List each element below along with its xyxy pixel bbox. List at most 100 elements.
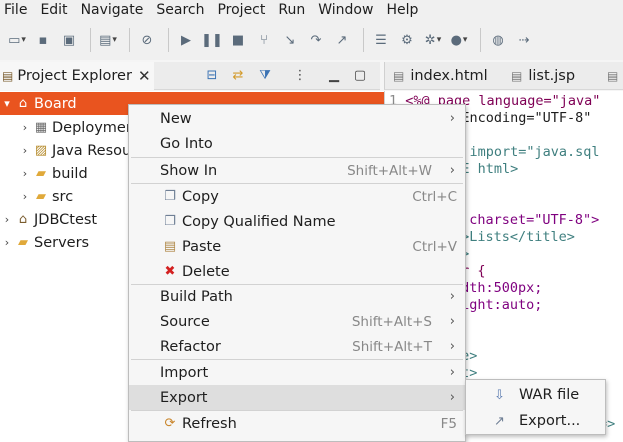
step-return-icon[interactable]: ↗ — [331, 29, 353, 51]
link-editor-icon[interactable]: ⇄ — [230, 67, 246, 83]
refresh-icon: ⟳ — [164, 415, 176, 431]
step-over-icon[interactable]: ↷ — [305, 29, 327, 51]
toolbar-separator — [90, 28, 91, 52]
new-wizard-icon[interactable]: ▭ ▾ — [6, 29, 28, 51]
tab-list-jsp[interactable]: ▤ list.jsp — [511, 62, 575, 90]
collapse-all-icon[interactable]: ⊟ — [204, 67, 220, 83]
tree-item-label: Board — [34, 95, 77, 112]
menu-item-show-in[interactable]: Show In Shift+Alt+W › — [129, 158, 465, 183]
view-menu-icon[interactable]: ⋮ — [292, 67, 308, 83]
toolbar-separator — [129, 28, 130, 52]
project-explorer-header: ▤ Project Explorer ✕ ⊟ ⇄ ⧩ ⋮ ▁ ▢ — [0, 62, 380, 90]
disconnect-icon[interactable]: ⑂ — [253, 29, 275, 51]
suspend-icon[interactable]: ❚❚ — [201, 29, 223, 51]
terminal-icon[interactable]: ▤ ▾ — [97, 29, 119, 51]
export-icon: ↗ — [494, 413, 505, 429]
menu-item-import[interactable]: Import › — [129, 360, 465, 385]
save-all-icon[interactable]: ▣ — [58, 29, 80, 51]
copy-icon: ❐ — [164, 188, 176, 204]
tree-item-label: src — [52, 188, 74, 205]
step-into-icon[interactable]: ↘ — [279, 29, 301, 51]
tab-overflow[interactable]: ▤ — [607, 62, 623, 90]
chevron-right-icon[interactable]: › — [18, 167, 32, 180]
chevron-right-icon[interactable]: › — [0, 213, 14, 226]
menu-item-refresh[interactable]: ⟳ Refresh F5 — [129, 411, 465, 436]
arrow-icon[interactable]: ⇢ — [513, 29, 535, 51]
tab-label: list.jsp — [528, 68, 576, 84]
code-line: eight:auto; — [453, 297, 543, 313]
menu-run[interactable]: Run — [273, 0, 313, 20]
menu-item-copy-qualified-name[interactable]: ❐ Copy Qualified Name — [129, 209, 465, 234]
resume-icon[interactable]: ▶ — [175, 29, 197, 51]
menu-item-source[interactable]: Source Shift+Alt+S › — [129, 309, 465, 334]
chevron-right-icon: › — [449, 289, 455, 304]
menu-navigate[interactable]: Navigate — [76, 0, 152, 20]
project-explorer-title: Project Explorer — [17, 68, 132, 84]
code-line: charset="UTF-8"> — [453, 212, 600, 228]
menu-item-copy[interactable]: ❐ Copy Ctrl+C — [129, 184, 465, 209]
menu-item-paste[interactable]: ▤ Paste Ctrl+V — [129, 234, 465, 259]
menu-item-refactor[interactable]: Refactor Shift+Alt+T › — [129, 334, 465, 359]
copy-icon: ❐ — [164, 213, 176, 229]
server-icon[interactable]: ⚙ — [396, 29, 418, 51]
jsp-file-icon: ▤ — [511, 69, 523, 83]
chevron-right-icon[interactable]: › — [18, 190, 32, 203]
menu-edit[interactable]: Edit — [35, 0, 75, 20]
menu-project[interactable]: Project — [212, 0, 273, 20]
close-icon[interactable]: ✕ — [138, 67, 151, 85]
menu-bar: File Edit Navigate Search Project Run Wi… — [0, 0, 623, 20]
main-toolbar: ▭ ▾ ▪ ▣ ▤ ▾ ⊘ ▶ ❚❚ ■ ⑂ ↘ ↷ ↗ ☰ ⚙ ✲ ▾ ● ▾ ◍ ⇢ — [0, 20, 623, 60]
debug-icon[interactable]: ✲ ▾ — [422, 29, 444, 51]
save-icon[interactable]: ▪ — [32, 29, 54, 51]
chevron-right-icon: › — [449, 111, 455, 126]
submenu-item-war-file[interactable]: ⇩ WAR file — [466, 382, 605, 408]
folder-icon: ▰ — [36, 165, 46, 181]
file-icon: ▤ — [607, 69, 619, 83]
tree-item-label: build — [52, 165, 88, 182]
chevron-right-icon[interactable]: › — [18, 144, 32, 157]
menu-item-go-into[interactable]: Go Into — [129, 131, 465, 156]
tab-index-html[interactable]: ▤ index.html — [393, 62, 488, 90]
skip-breakpoints-icon[interactable]: ⊘ — [136, 29, 158, 51]
minimize-icon[interactable]: ▁ — [326, 67, 342, 83]
chevron-right-icon: › — [449, 339, 455, 354]
maximize-icon[interactable]: ▢ — [352, 67, 368, 83]
context-menu: New › Go Into Show In Shift+Alt+W › ❐ Co… — [128, 104, 466, 442]
filter-icon[interactable]: ⧩ — [257, 67, 273, 83]
toolbar-separator — [168, 28, 169, 52]
menu-search[interactable]: Search — [151, 0, 212, 20]
export-submenu: ⇩ WAR file ↗ Export... — [465, 379, 606, 435]
web-project-icon: ⌂ — [18, 95, 28, 111]
java-resources-icon: ▨ — [34, 142, 48, 158]
open-task-icon[interactable]: ☰ — [370, 29, 392, 51]
submenu-item-export[interactable]: ↗ Export... — [466, 408, 605, 434]
menu-window[interactable]: Window — [313, 0, 381, 20]
project-explorer-tab[interactable]: ▤ Project Explorer ✕ — [0, 62, 154, 90]
chevron-down-icon[interactable]: ▾ — [0, 97, 14, 110]
editor-tabs: ▤ index.html ▤ list.jsp ▤ — [384, 62, 623, 90]
folder-icon: ▰ — [18, 234, 28, 250]
tree-item-label: Servers — [34, 234, 90, 251]
chevron-right-icon: › — [449, 365, 455, 380]
menu-item-export[interactable]: Export › — [129, 385, 465, 410]
globe-icon[interactable]: ◍ — [487, 29, 509, 51]
menu-item-build-path[interactable]: Build Path › — [129, 284, 465, 309]
folder-icon: ▰ — [36, 188, 46, 204]
run-icon[interactable]: ● ▾ — [448, 29, 470, 51]
terminate-icon[interactable]: ■ — [227, 29, 249, 51]
toolbar-separator — [363, 28, 364, 52]
toolbar-separator — [480, 28, 481, 52]
menu-file[interactable]: File — [0, 0, 35, 20]
chevron-right-icon: › — [449, 314, 455, 329]
menu-item-new[interactable]: New › — [129, 106, 465, 131]
tab-label: index.html — [410, 68, 488, 84]
deployment-descriptor-icon: ▦ — [34, 119, 48, 135]
code-line: idth:500px; — [453, 280, 543, 296]
chevron-right-icon[interactable]: › — [0, 236, 14, 249]
tree-item-label: Deploymen — [52, 119, 136, 136]
tree-item-label: Java Resour — [52, 142, 138, 159]
menu-item-delete[interactable]: ✖ Delete — [129, 259, 465, 284]
tree-item-label: JDBCtest — [34, 211, 98, 228]
menu-help[interactable]: Help — [381, 0, 426, 20]
chevron-right-icon[interactable]: › — [18, 121, 32, 134]
